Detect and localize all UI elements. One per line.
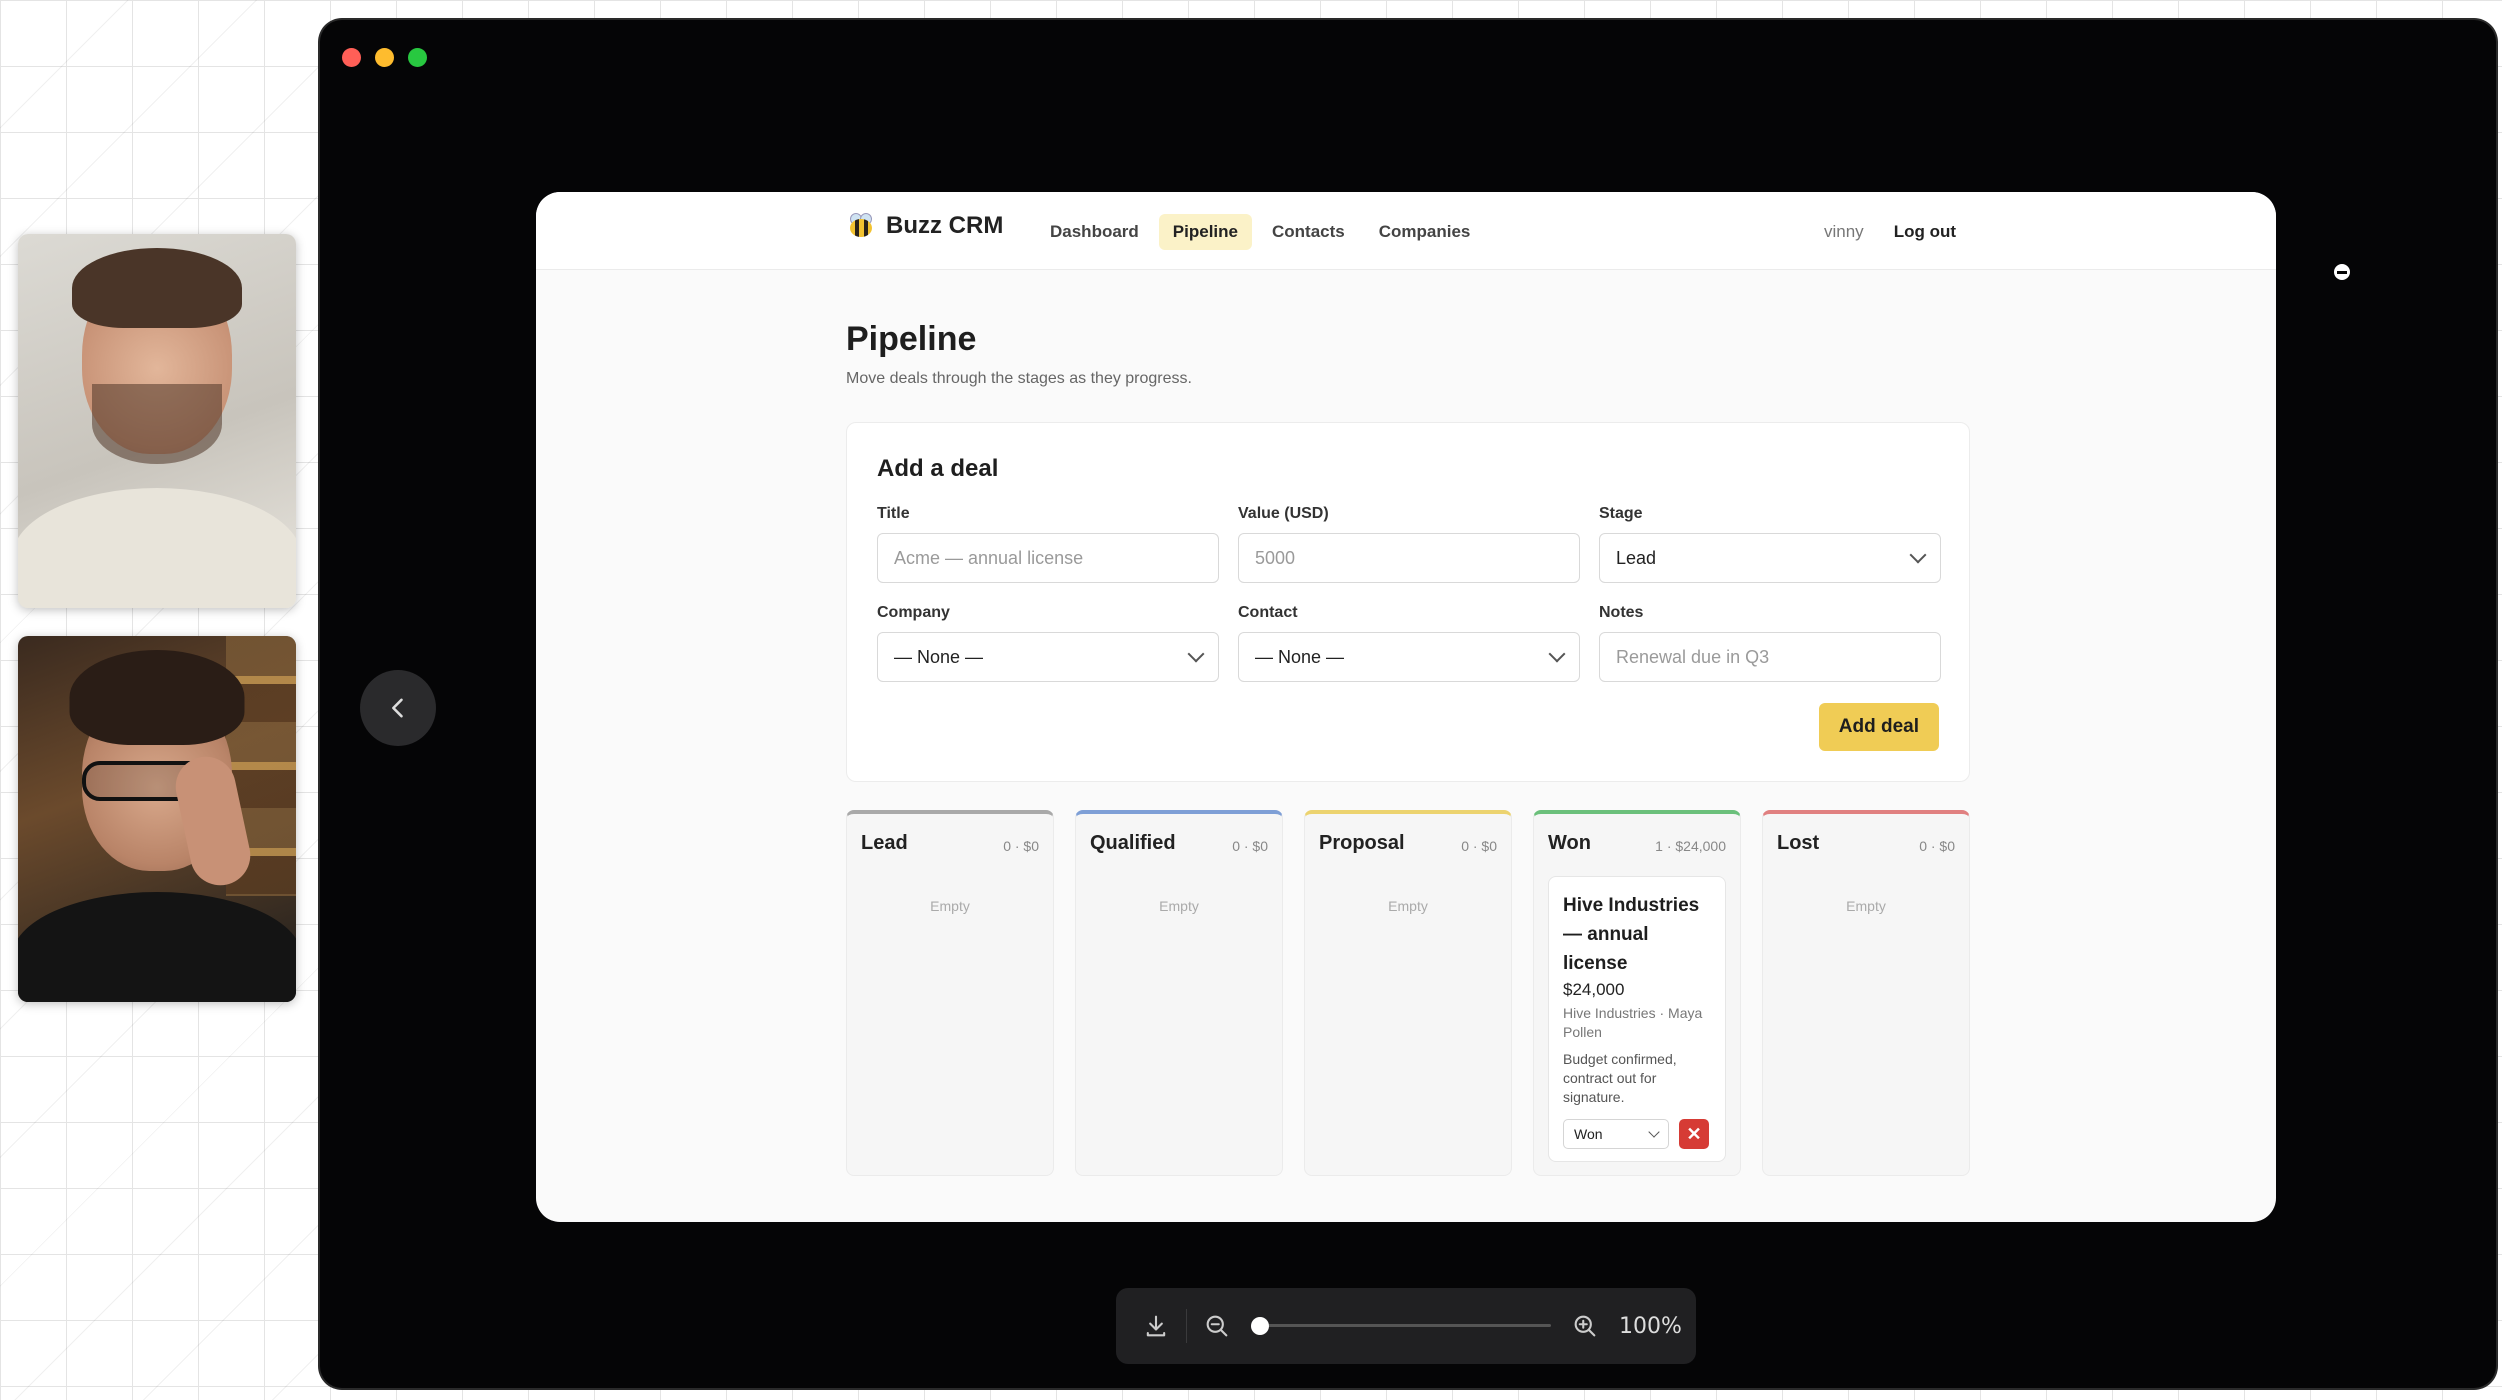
- column-proposal: Proposal 0 · $0 Empty: [1304, 810, 1512, 1176]
- zoom-slider-thumb[interactable]: [1251, 1317, 1269, 1335]
- column-qualified: Qualified 0 · $0 Empty: [1075, 810, 1283, 1176]
- contact-label: Contact: [1238, 604, 1298, 621]
- notes-label: Notes: [1599, 604, 1644, 621]
- column-lost: Lost 0 · $0 Empty: [1762, 810, 1970, 1176]
- delete-deal-button[interactable]: ✕: [1679, 1119, 1709, 1149]
- deal-actions: Won ✕: [1563, 1119, 1711, 1149]
- nav-user-area: vinny Log out: [1824, 222, 1956, 242]
- title-label: Title: [877, 505, 910, 522]
- column-summary: 0 · $0: [1919, 838, 1955, 854]
- notes-field: Notes Renewal due in Q3: [1599, 604, 1941, 682]
- contact-field: Contact — None —: [1238, 604, 1580, 682]
- deal-notes: Budget confirmed, contract out for signa…: [1563, 1051, 1677, 1105]
- add-deal-form: Add a deal Title Acme — annual license V…: [846, 422, 1970, 782]
- title-input[interactable]: Acme — annual license: [877, 533, 1219, 583]
- bee-icon: [846, 213, 876, 239]
- deal-stage-select[interactable]: Won: [1563, 1119, 1669, 1149]
- column-summary: 0 · $0: [1003, 838, 1039, 854]
- company-label: Company: [877, 604, 950, 621]
- contact-select-value: — None —: [1255, 646, 1345, 667]
- company-field: Company — None —: [877, 604, 1219, 682]
- zoom-in-button[interactable]: [1565, 1306, 1605, 1346]
- company-select[interactable]: — None —: [877, 632, 1219, 682]
- chevron-down-icon: [1548, 645, 1566, 663]
- toolbar-divider: [1186, 1309, 1187, 1343]
- column-name: Proposal: [1319, 832, 1405, 854]
- chevron-down-icon: [1187, 645, 1205, 663]
- deal-title: Hive Industries — annual license: [1563, 895, 1700, 974]
- column-summary: 0 · $0: [1461, 838, 1497, 854]
- deal-stage-value: Won: [1574, 1126, 1603, 1142]
- window-controls: [342, 48, 427, 67]
- zoom-out-button[interactable]: [1197, 1306, 1237, 1346]
- column-name: Qualified: [1090, 832, 1176, 854]
- nav-companies[interactable]: Companies: [1365, 214, 1485, 250]
- add-deal-heading: Add a deal: [877, 455, 999, 482]
- value-label: Value (USD): [1238, 505, 1329, 522]
- contact-select[interactable]: — None —: [1238, 632, 1580, 682]
- column-name: Won: [1548, 832, 1591, 854]
- nav-links: Dashboard Pipeline Contacts Companies: [1036, 214, 1484, 250]
- column-empty-text: Empty: [1846, 898, 1886, 914]
- column-empty-text: Empty: [1159, 898, 1199, 914]
- nav-dashboard[interactable]: Dashboard: [1036, 214, 1153, 250]
- close-window-button[interactable]: [342, 48, 361, 67]
- column-empty-text: Empty: [930, 898, 970, 914]
- value-input[interactable]: 5000: [1238, 533, 1580, 583]
- deal-company-contact: Hive Industries · Maya Pollen: [1563, 1005, 1703, 1040]
- minimize-window-button[interactable]: [375, 48, 394, 67]
- stage-select-value: Lead: [1616, 547, 1657, 568]
- deal-value: $24,000: [1563, 980, 1625, 999]
- video-tile-participant-2: [18, 636, 296, 1002]
- deal-card[interactable]: Hive Industries — annual license $24,000…: [1548, 876, 1726, 1162]
- crm-app-screenshot: Buzz CRM Dashboard Pipeline Contacts Com…: [536, 192, 2276, 1222]
- zoom-level: 100%: [1619, 1313, 1682, 1339]
- column-name: Lead: [861, 832, 908, 854]
- pipeline-board: Lead 0 · $0 Empty Qualified 0 · $0 Empty…: [846, 810, 1970, 1176]
- minus-circle-icon[interactable]: [2334, 264, 2350, 280]
- top-nav: Buzz CRM Dashboard Pipeline Contacts Com…: [536, 192, 2276, 270]
- chevron-down-icon: [1648, 1126, 1660, 1138]
- download-icon: [1146, 1315, 1166, 1337]
- zoom-slider[interactable]: [1251, 1316, 1551, 1336]
- column-empty-text: Empty: [1388, 898, 1428, 914]
- viewer-toolbar: 100%: [1116, 1288, 1696, 1364]
- chevron-down-icon: [1909, 546, 1927, 564]
- current-user: vinny: [1824, 222, 1864, 241]
- brand-name: Buzz CRM: [886, 212, 1004, 239]
- zoom-in-icon: [1574, 1315, 1596, 1337]
- title-field: Title Acme — annual license: [877, 505, 1219, 583]
- add-deal-button[interactable]: Add deal: [1818, 703, 1939, 751]
- zoom-out-icon: [1206, 1315, 1228, 1337]
- nav-pipeline[interactable]: Pipeline: [1158, 214, 1252, 250]
- column-name: Lost: [1777, 832, 1820, 854]
- notes-input[interactable]: Renewal due in Q3: [1599, 632, 1941, 682]
- value-field: Value (USD) 5000: [1238, 505, 1580, 583]
- logout-link[interactable]: Log out: [1894, 222, 1956, 242]
- video-tile-participant-1: [18, 234, 296, 608]
- screen-share-window: Buzz CRM Dashboard Pipeline Contacts Com…: [320, 20, 2496, 1388]
- column-lead: Lead 0 · $0 Empty: [846, 810, 1054, 1176]
- company-select-value: — None —: [894, 646, 984, 667]
- previous-button[interactable]: [360, 670, 436, 746]
- stage-field: Stage Lead: [1599, 505, 1941, 583]
- page-title: Pipeline: [846, 320, 977, 358]
- column-summary: 0 · $0: [1232, 838, 1268, 854]
- nav-contacts[interactable]: Contacts: [1258, 214, 1359, 250]
- column-won: Won 1 · $24,000 Hive Industries — annual…: [1533, 810, 1741, 1176]
- column-summary: 1 · $24,000: [1655, 838, 1726, 854]
- stage-select[interactable]: Lead: [1599, 533, 1941, 583]
- close-icon: ✕: [1686, 1123, 1702, 1144]
- zoom-slider-track: [1251, 1324, 1551, 1327]
- maximize-window-button[interactable]: [408, 48, 427, 67]
- brand[interactable]: Buzz CRM: [846, 212, 1003, 240]
- page-subtitle: Move deals through the stages as they pr…: [846, 370, 1192, 387]
- chevron-left-icon: [392, 698, 403, 718]
- stage-label: Stage: [1599, 505, 1643, 522]
- download-button[interactable]: [1136, 1306, 1176, 1346]
